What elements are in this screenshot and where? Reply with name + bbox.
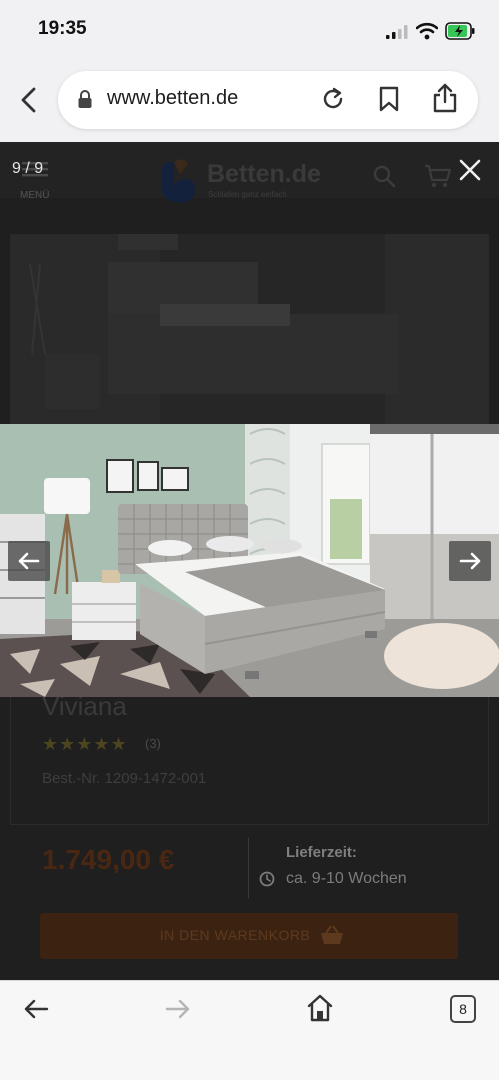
price-divider [248,838,249,898]
product-sku: Best.-Nr. 1209-1472-001 [42,770,207,787]
address-url[interactable]: www.betten.de [107,87,238,110]
toolbar-back-icon[interactable] [22,996,50,1022]
delivery-label: Lieferzeit: [286,844,357,861]
tab-count: 8 [459,1001,467,1017]
cart-icon [425,164,452,187]
share-icon[interactable] [432,83,458,113]
cell-signal-icon [386,25,408,39]
clock-icon [259,871,275,887]
product-photo-bedroom [0,424,499,697]
product-price: 1.749,00 € [42,844,175,875]
toolbar-forward-icon[interactable] [164,996,192,1022]
delivery-value: ca. 9-10 Wochen [286,870,407,887]
product-image-thumbnail [10,234,489,424]
tabs-button[interactable]: 8 [450,995,476,1023]
browser-back-icon[interactable] [14,85,44,115]
betten-logo-icon [162,159,196,203]
lock-icon [78,90,92,108]
logo-tagline: Schlafen ganz einfach [208,190,287,199]
basket-icon [321,925,343,944]
add-to-cart-label: IN DEN WARENKORB [159,927,311,943]
bottom-toolbar [0,980,499,1080]
wifi-icon [416,22,438,40]
reload-icon[interactable] [320,86,346,112]
menu-label: MENÜ [20,190,50,201]
arrow-right-icon [459,552,481,570]
home-icon[interactable] [306,993,334,1023]
add-to-cart-button: IN DEN WARENKORB [40,913,458,959]
previous-image-button[interactable] [8,541,50,581]
search-icon [373,165,396,188]
next-image-button[interactable] [449,541,491,581]
logo-text: Betten.de [207,160,321,188]
battery-charging-icon [445,22,475,40]
status-time: 19:35 [38,18,87,39]
close-icon[interactable] [458,158,482,182]
arrow-left-icon [18,552,40,570]
rating-count: (3) [145,736,161,751]
image-counter: 9 / 9 [12,160,44,177]
rating-stars: ★★★★★ [42,734,128,754]
bookmark-icon[interactable] [378,86,400,112]
